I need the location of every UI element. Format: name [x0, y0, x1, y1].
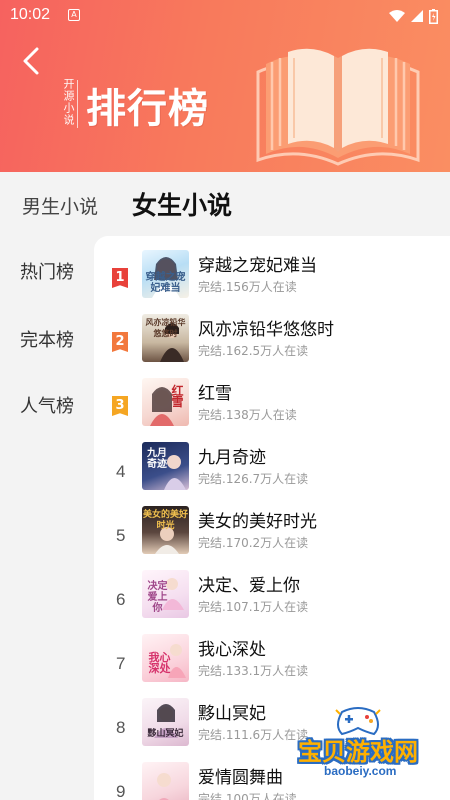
book-title: 风亦凉铅华悠悠时 [198, 320, 334, 340]
book-cover[interactable]: 九月奇迹 [142, 442, 189, 490]
book-meta: 完结.156万人在读 [198, 280, 297, 294]
list-item[interactable]: 6 决定爱上你 决定、爱上你 完结.107.1万人在读 [94, 570, 450, 634]
book-title: 红雪 [198, 384, 232, 404]
status-icons [389, 8, 438, 24]
rank-number: 8 [116, 718, 126, 737]
rank-number: 6 [116, 590, 126, 609]
book-cover[interactable]: 穿越之宠妃难当 [142, 250, 189, 298]
watermark-url: baobeiy.com [324, 764, 397, 778]
book-cover[interactable]: 决定爱上你 [142, 570, 189, 618]
battery-icon [429, 8, 438, 24]
rank-number: 9 [116, 782, 126, 800]
chevron-left-icon [23, 47, 39, 75]
brand-divider [77, 80, 78, 128]
open-book-icon [256, 48, 420, 166]
book-title: 美女的美好时光 [198, 512, 317, 532]
notification-a-icon: A [68, 9, 80, 21]
category-hot[interactable]: 热门榜 [20, 258, 74, 284]
cover-text: 美女的美好时光 [142, 510, 188, 531]
book-title: 决定、爱上你 [198, 576, 300, 596]
list-item[interactable]: 1 穿越之宠妃难当 穿越之宠妃难当 完结.156万人在读 [94, 250, 450, 314]
list-item[interactable]: 5 美女的美好时光 美女的美好时光 完结.170.2万人在读 [94, 506, 450, 570]
book-meta: 完结.111.6万人在读 [198, 728, 309, 742]
book-meta: 完结.107.1万人在读 [198, 600, 309, 614]
rank-badge: 2 [112, 332, 128, 352]
status-bar: 10:02 A [0, 0, 450, 32]
book-title: 九月奇迹 [198, 448, 266, 468]
cover-text: 我心深处 [148, 651, 171, 675]
category-popular[interactable]: 人气榜 [20, 392, 74, 418]
book-meta: 完结.170.2万人在读 [198, 536, 309, 550]
book-meta: 完结.126.7万人在读 [198, 472, 309, 486]
gender-tabs: 男生小说 女生小说 [0, 172, 450, 234]
list-item[interactable]: 3 红雪 红雪 完结.138万人在读 [94, 378, 450, 442]
wifi-icon [389, 10, 405, 22]
book-cover[interactable] [142, 762, 189, 800]
page-title: 排行榜 [86, 86, 209, 132]
rank-number: 7 [116, 654, 126, 673]
list-item[interactable]: 7 我心深处 我心深处 完结.133.1万人在读 [94, 634, 450, 698]
cover-text: 九月奇迹 [147, 448, 167, 470]
back-button[interactable] [14, 44, 48, 78]
cover-text: 风亦凉铅华悠悠时 [145, 318, 186, 338]
book-meta: 完结.138万人在读 [198, 408, 297, 422]
book-title: 我心深处 [198, 640, 266, 660]
book-cover[interactable]: 风亦凉铅华悠悠时 [142, 314, 189, 362]
cover-text: 决定爱上你 [147, 581, 168, 614]
cover-art-figure [157, 773, 171, 800]
tab-female-novels[interactable]: 女生小说 [132, 186, 232, 222]
list-item[interactable]: 2 风亦凉铅华悠悠时 风亦凉铅华悠悠时 完结.162.5万人在读 [94, 314, 450, 378]
header: 10:02 A 开源小说 排行榜 [0, 0, 450, 172]
rank-number: 4 [116, 462, 126, 481]
rank-badge: 3 [112, 396, 128, 416]
signal-icon [411, 10, 423, 22]
book-meta: 完结.100万人在读 [198, 792, 297, 800]
brand-subtitle: 开源小说 [62, 78, 75, 126]
cover-text: 红雪 [171, 384, 184, 409]
watermark-title: 宝贝游戏网 [298, 738, 418, 766]
status-time: 10:02 [10, 6, 51, 23]
book-cover[interactable]: 黟山冥妃 [142, 698, 189, 746]
rank-number: 5 [116, 526, 126, 545]
book-cover[interactable]: 美女的美好时光 [142, 506, 189, 554]
list-item[interactable]: 4 九月奇迹 九月奇迹 完结.126.7万人在读 [94, 442, 450, 506]
cover-text: 穿越之宠妃难当 [145, 272, 186, 294]
book-meta: 完结.133.1万人在读 [198, 664, 309, 678]
category-completed[interactable]: 完本榜 [20, 326, 74, 352]
book-cover[interactable]: 红雪 [142, 378, 189, 426]
book-title: 爱情圆舞曲 [198, 768, 283, 788]
book-title: 穿越之宠妃难当 [198, 256, 317, 276]
book-cover[interactable]: 我心深处 [142, 634, 189, 682]
tab-male-novels[interactable]: 男生小说 [22, 192, 98, 219]
cover-text: 黟山冥妃 [147, 729, 184, 739]
watermark: 宝贝游戏网 baobeiy.com [296, 704, 420, 786]
rank-badge: 1 [112, 268, 128, 288]
book-title: 黟山冥妃 [198, 704, 266, 724]
book-meta: 完结.162.5万人在读 [198, 344, 309, 358]
